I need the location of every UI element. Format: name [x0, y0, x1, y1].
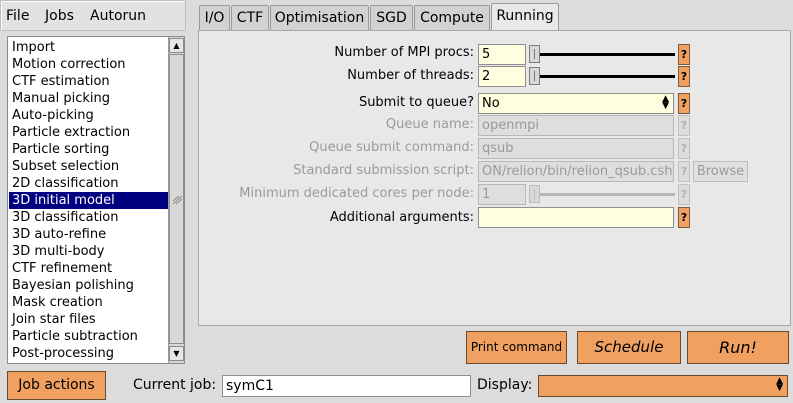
- process-item[interactable]: Particle subtraction: [12, 328, 138, 345]
- mpi-help-button[interactable]: ?: [678, 44, 690, 65]
- queue-name-help-button[interactable]: ?: [678, 115, 690, 136]
- updown-arrow-icon: ▲ ▼: [662, 94, 669, 111]
- process-list[interactable]: Import Motion correction CTF estimation Man…: [7, 36, 185, 364]
- queue-cmd-help-button[interactable]: ?: [678, 138, 690, 159]
- queue-help-button[interactable]: ?: [678, 93, 690, 114]
- grip-icon: [172, 195, 183, 205]
- process-item[interactable]: Motion correction: [12, 56, 126, 73]
- process-item[interactable]: 3D classification: [12, 209, 119, 226]
- threads-slider[interactable]: [529, 66, 675, 87]
- process-item[interactable]: Mask creation: [12, 294, 103, 311]
- browse-button[interactable]: Browse: [693, 161, 748, 182]
- threads-label: Number of threads:: [347, 68, 474, 83]
- mpi-input[interactable]: 5: [478, 44, 526, 65]
- threads-help-button[interactable]: ?: [678, 66, 690, 87]
- tab-optimisation[interactable]: Optimisation: [270, 5, 369, 30]
- script-label: Standard submission script:: [293, 163, 474, 178]
- threads-input[interactable]: 2: [478, 66, 526, 87]
- tab-ctf[interactable]: CTF: [231, 5, 269, 30]
- mpi-label: Number of MPI procs:: [334, 45, 474, 60]
- run-button[interactable]: Run!: [687, 331, 789, 364]
- process-item[interactable]: Subset selection: [12, 158, 119, 175]
- tab-compute[interactable]: Compute: [414, 5, 490, 30]
- mincores-slider-knob[interactable]: [529, 185, 540, 203]
- queue-cmd-input[interactable]: qsub: [478, 138, 674, 159]
- scroll-down-icon[interactable]: ▼: [169, 346, 184, 361]
- scroll-up-icon[interactable]: ▲: [169, 38, 184, 53]
- process-item[interactable]: Auto-picking: [12, 107, 94, 124]
- display-select[interactable]: ▲ ▼: [538, 375, 788, 397]
- menubar: File Jobs Autorun: [0, 0, 186, 31]
- print-command-button[interactable]: Print command: [466, 331, 567, 364]
- mincores-input[interactable]: 1: [478, 184, 526, 205]
- schedule-button[interactable]: Schedule: [577, 331, 681, 364]
- process-item[interactable]: Manual picking: [12, 90, 110, 107]
- script-input[interactable]: ON/relion/bin/relion_qsub.csh: [478, 161, 674, 182]
- queue-name-input[interactable]: openmpi: [478, 115, 674, 136]
- queue-label: Submit to queue?: [358, 95, 474, 110]
- args-label: Additional arguments:: [329, 210, 474, 225]
- process-item[interactable]: 2D classification: [12, 175, 119, 192]
- queue-select-value: No: [482, 96, 500, 111]
- menu-file[interactable]: File: [6, 8, 29, 24]
- current-job-label: Current job:: [133, 377, 217, 393]
- mincores-help-button[interactable]: ?: [678, 184, 690, 205]
- queue-cmd-label: Queue submit command:: [309, 140, 474, 155]
- queue-select[interactable]: No ▲ ▼: [478, 93, 674, 114]
- mincores-slider[interactable]: [529, 184, 675, 205]
- process-item[interactable]: Particle extraction: [12, 124, 130, 141]
- menu-autorun[interactable]: Autorun: [90, 8, 146, 24]
- menu-jobs[interactable]: Jobs: [45, 8, 74, 24]
- process-item[interactable]: CTF refinement: [12, 260, 112, 277]
- mincores-label: Minimum dedicated cores per node:: [239, 186, 474, 201]
- process-item[interactable]: Bayesian polishing: [12, 277, 134, 294]
- scroll-thumb[interactable]: [169, 54, 184, 344]
- args-input[interactable]: [478, 207, 674, 228]
- mpi-slider[interactable]: [529, 44, 675, 65]
- display-label: Display:: [477, 377, 533, 393]
- args-help-button[interactable]: ?: [678, 207, 690, 228]
- job-actions-button[interactable]: Job actions: [7, 371, 106, 400]
- process-item[interactable]: 3D multi-body: [12, 243, 104, 260]
- current-job-input[interactable]: symC1: [222, 375, 471, 397]
- tab-i-o[interactable]: I/O: [199, 5, 230, 30]
- tab-running[interactable]: Running: [491, 3, 559, 30]
- threads-slider-knob[interactable]: [529, 67, 540, 85]
- process-item[interactable]: CTF estimation: [12, 73, 110, 90]
- process-item[interactable]: Particle sorting: [12, 141, 109, 158]
- mpi-slider-knob[interactable]: [529, 45, 540, 63]
- process-item[interactable]: Post-processing: [12, 345, 114, 362]
- queue-name-label: Queue name:: [385, 117, 474, 132]
- script-help-button[interactable]: ?: [678, 161, 690, 182]
- process-item[interactable]: 3D auto-refine: [12, 226, 106, 243]
- process-item[interactable]: Join star files: [12, 311, 96, 328]
- updown-arrow-icon: ▲ ▼: [776, 376, 783, 393]
- process-item[interactable]: 3D initial model: [9, 192, 170, 209]
- process-item[interactable]: Import: [12, 39, 55, 56]
- running-panel: Number of MPI procs: 5 ? Number of threa…: [198, 30, 791, 326]
- process-list-scrollbar[interactable]: ▲ ▼: [168, 37, 184, 363]
- tab-sgd[interactable]: SGD: [370, 5, 413, 30]
